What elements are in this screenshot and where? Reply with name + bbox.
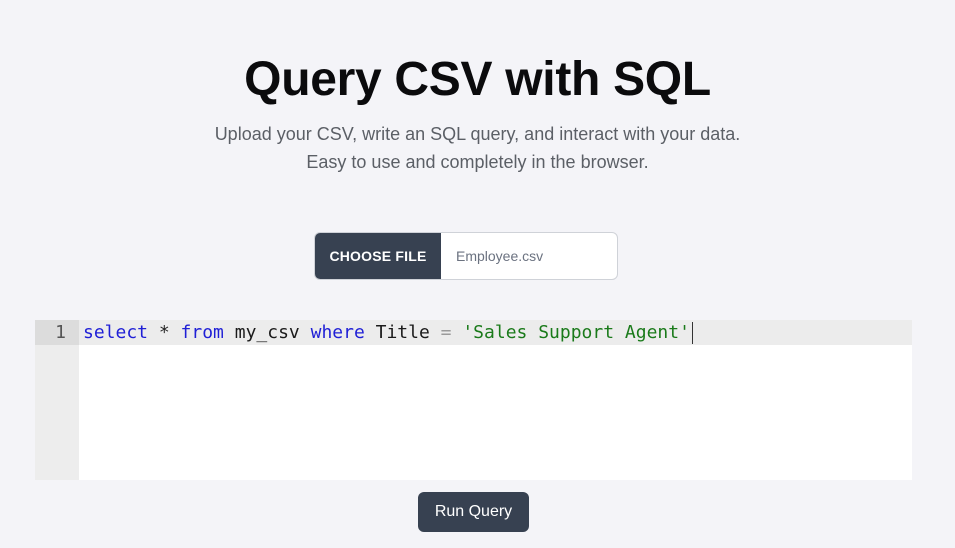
token-equals: = <box>440 322 452 343</box>
choose-file-button[interactable]: CHOOSE FILE <box>315 233 441 279</box>
token-column: Title <box>364 322 441 343</box>
code-line[interactable]: select * from my_csv where Title = 'Sale… <box>83 320 693 345</box>
file-picker[interactable]: CHOOSE FILE Employee.csv <box>314 232 618 280</box>
keyword-where: where <box>310 322 365 343</box>
subtitle-line-1: Upload your CSV, write an SQL query, and… <box>214 124 741 144</box>
token-table: my_csv <box>223 322 311 343</box>
page-title: Query CSV with SQL <box>244 53 711 106</box>
sql-editor[interactable]: 1 select * from my_csv where Title = 'Sa… <box>35 320 912 480</box>
subtitle-line-2: Easy to use and completely in the browse… <box>306 152 649 172</box>
line-number: 1 <box>55 322 66 343</box>
page-subtitle: Upload your CSV, write an SQL query, and… <box>0 120 955 176</box>
keyword-from: from <box>180 322 224 343</box>
string-literal: 'Sales Support Agent' <box>462 322 690 343</box>
token-star: * <box>148 322 181 343</box>
text-cursor <box>691 322 693 344</box>
run-query-button[interactable]: Run Query <box>418 492 529 532</box>
page: Query CSV with SQL Upload your CSV, writ… <box>0 0 955 548</box>
keyword-select: select <box>83 322 149 343</box>
selected-file-name[interactable]: Employee.csv <box>441 233 617 279</box>
